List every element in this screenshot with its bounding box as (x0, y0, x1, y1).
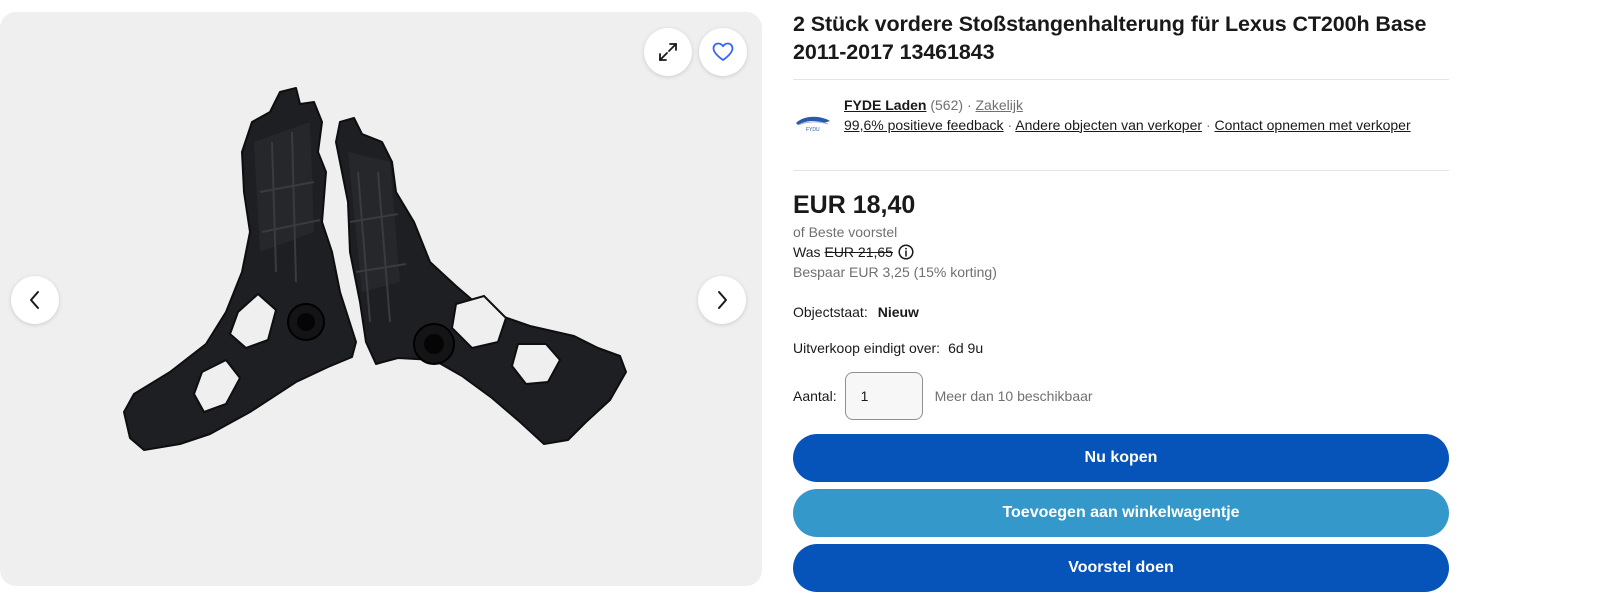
sale-ends-value: 6d 9u (948, 340, 984, 356)
condition-row: Objectstaat: Nieuw (793, 302, 1449, 322)
condition-value: Nieuw (877, 304, 919, 320)
chevron-right-icon (715, 290, 729, 310)
make-offer-button[interactable]: Voorstel doen (793, 544, 1449, 592)
price: EUR 18,40 (793, 191, 916, 219)
seller-logo[interactable]: FYDU (793, 102, 833, 142)
listing-title: 2 Stück vordere Stoßstangenhalterung für… (793, 12, 1427, 64)
separator: · (1205, 116, 1211, 133)
expand-button[interactable] (644, 28, 692, 76)
positive-feedback-link[interactable]: 99,6% positieve feedback (844, 117, 1004, 133)
condition-label: Objectstaat: (793, 304, 868, 320)
expand-icon (657, 41, 679, 63)
add-to-cart-button[interactable]: Toevoegen aan winkelwagentje (793, 489, 1449, 537)
buy-now-button[interactable]: Nu kopen (793, 434, 1449, 482)
divider (793, 79, 1449, 80)
seller-name-link[interactable]: FYDE Laden (844, 97, 926, 113)
other-items-link[interactable]: Andere objecten van verkoper (1015, 117, 1202, 133)
was-label: Was (793, 244, 821, 260)
seller-type-link[interactable]: Zakelijk (976, 97, 1023, 113)
info-icon[interactable] (898, 244, 914, 260)
heart-icon (712, 42, 734, 62)
feedback-count: (562) (930, 97, 964, 113)
product-image[interactable] (100, 82, 660, 462)
was-price-line: Was EUR 21,65 (793, 242, 1449, 262)
chevron-left-icon (28, 290, 42, 310)
separator: · (966, 97, 972, 113)
listing-info: 2 Stück vordere Stoßstangenhalterung für… (793, 10, 1449, 592)
seller-card: FYDU FYDE Laden (562) · Zakelijk 99,6% p… (793, 96, 1449, 156)
seller-details: FYDE Laden (562) · Zakelijk 99,6% positi… (844, 96, 1449, 156)
quantity-input[interactable] (844, 372, 923, 420)
seller-logo-text: FYDU (806, 127, 820, 133)
savings-text: Bespaar EUR 3,25 (15% korting) (793, 264, 997, 280)
divider (793, 170, 1449, 171)
quantity-label: Aantal: (793, 388, 837, 404)
next-image-button[interactable] (698, 276, 746, 324)
sale-ends-row: Uitverkoop eindigt over: 6d 9u (793, 338, 1449, 358)
separator: · (1007, 116, 1013, 133)
sale-ends-label: Uitverkoop eindigt over: (793, 340, 941, 356)
quantity-row: Aantal: Meer dan 10 beschikbaar (793, 372, 1449, 420)
best-offer-text: of Beste voorstel (793, 224, 898, 240)
contact-seller-link[interactable]: Contact opnemen met verkoper (1215, 117, 1411, 133)
favorite-button[interactable] (699, 28, 747, 76)
image-gallery (0, 12, 762, 586)
previous-image-button[interactable] (11, 276, 59, 324)
availability-text: Meer dan 10 beschikbaar (934, 388, 1093, 404)
was-price: EUR 21,65 (824, 244, 893, 260)
